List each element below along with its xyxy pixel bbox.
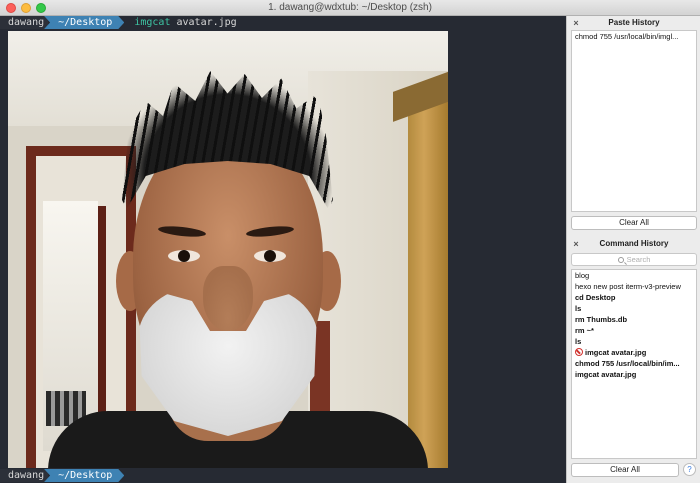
paste-history-title: Paste History — [608, 18, 660, 27]
list-item[interactable]: chmod 755 /usr/local/bin/im... — [572, 358, 696, 369]
paste-clear-all-button[interactable]: Clear All — [571, 216, 697, 230]
command-name: imgcat — [134, 17, 171, 28]
prompt-directory: ~/Desktop — [44, 469, 124, 482]
command-history-header: × Command History — [567, 237, 700, 251]
prompt-line: dawang ~/Desktop imgcat avatar.jpg — [0, 16, 566, 29]
toolbelt-sidebar: × Paste History chmod 755 /usr/local/bin… — [566, 16, 700, 483]
list-item[interactable]: ls — [572, 303, 696, 314]
command-clear-all-button[interactable]: Clear All — [571, 463, 679, 477]
inline-image — [8, 31, 448, 468]
list-item[interactable]: rm ~* — [572, 325, 696, 336]
close-icon[interactable]: × — [571, 237, 581, 251]
list-item[interactable]: imgcat avatar.jpg — [572, 369, 696, 380]
paste-history-header: × Paste History — [567, 16, 700, 30]
list-item[interactable]: rm Thumbs.db — [572, 314, 696, 325]
help-icon[interactable]: ? — [683, 463, 696, 476]
command-history-list[interactable]: blog hexo new post iterm-v3-preview cd D… — [571, 269, 697, 459]
terminal-pane[interactable]: dawang ~/Desktop imgcat avatar.jpg dawang… — [0, 16, 566, 483]
prompt-user: dawang — [0, 16, 49, 29]
search-icon — [617, 257, 624, 263]
paste-history-list[interactable]: chmod 755 /usr/local/bin/imgl... — [571, 30, 697, 212]
prompt-directory: ~/Desktop — [44, 16, 124, 29]
list-item[interactable]: hexo new post iterm-v3-preview — [572, 281, 696, 292]
window-title: 1. dawang@wdxtub: ~/Desktop (zsh) — [268, 2, 432, 13]
list-item[interactable]: cd Desktop — [572, 292, 696, 303]
search-placeholder: Search — [626, 255, 651, 264]
list-item-label: imgcat avatar.jpg — [585, 348, 647, 357]
list-item[interactable]: chmod 755 /usr/local/bin/imgl... — [572, 31, 696, 42]
error-icon — [575, 348, 583, 356]
command-history-title: Command History — [599, 239, 669, 248]
list-item[interactable]: ls — [572, 336, 696, 347]
close-icon[interactable]: × — [571, 16, 581, 30]
command-argument: avatar.jpg — [176, 17, 237, 28]
prompt-line: dawang ~/Desktop — [0, 469, 566, 482]
prompt-user: dawang — [0, 469, 49, 482]
command-search-field[interactable]: Search — [571, 253, 697, 266]
title-bar: 1. dawang@wdxtub: ~/Desktop (zsh) — [0, 0, 700, 16]
list-item[interactable]: blog — [572, 270, 696, 281]
list-item[interactable]: imgcat avatar.jpg — [572, 347, 696, 358]
